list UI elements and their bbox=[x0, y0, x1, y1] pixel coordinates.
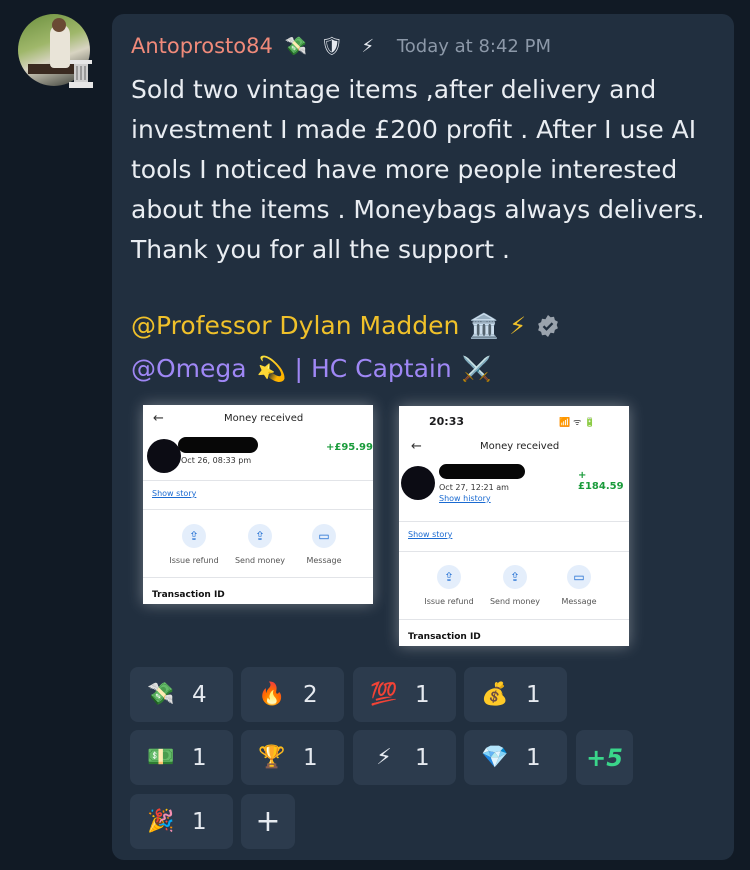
issue-refund-label: Issue refund bbox=[169, 556, 219, 565]
amount: +£184.59 bbox=[578, 470, 624, 492]
redacted-avatar bbox=[401, 466, 435, 500]
money-wings-icon: 💸 bbox=[147, 682, 175, 707]
timestamp: Today at 8:42 PM bbox=[396, 35, 551, 57]
bank-icon: 🏛️ bbox=[469, 311, 500, 340]
reaction-hundred[interactable]: 💯 1 bbox=[353, 667, 456, 722]
shield-badge-icon: 🛡 bbox=[320, 35, 344, 57]
reaction-gem[interactable]: 💎 1 bbox=[464, 730, 567, 785]
attachment-image-2[interactable]: 20:33 📶 ᯤ 🔋 ← Money received +£184.59 Oc… bbox=[399, 406, 629, 646]
add-reaction-button[interactable]: + bbox=[241, 794, 295, 849]
message-icon: ▭ bbox=[312, 524, 336, 548]
lightning-badge-icon: ⚡ bbox=[361, 35, 375, 57]
reaction-count: 4 bbox=[192, 681, 207, 708]
reaction-count: 2 bbox=[303, 681, 318, 708]
mention-omega[interactable]: @Omega 💫 | HC Captain ⚔️ bbox=[131, 354, 492, 383]
hundred-icon: 💯 bbox=[370, 682, 398, 707]
attachment-image-1[interactable]: ← Money received +£95.99 Oct 26, 08:33 p… bbox=[143, 405, 373, 604]
crossed-swords-icon: ⚔️ bbox=[461, 354, 492, 383]
back-arrow-icon: ← bbox=[153, 411, 164, 426]
more-reactions-button[interactable]: +5 bbox=[576, 730, 633, 785]
screen-title: Money received bbox=[480, 441, 560, 452]
mention-omega-name[interactable]: @Omega bbox=[131, 354, 247, 383]
reaction-fire[interactable]: 🔥 2 bbox=[241, 667, 344, 722]
reaction-lightning[interactable]: ⚡ 1 bbox=[353, 730, 456, 785]
reaction-count: 1 bbox=[192, 744, 207, 771]
lightning-icon: ⚡ bbox=[376, 745, 392, 770]
reaction-count: 1 bbox=[415, 681, 430, 708]
separator: | bbox=[294, 354, 303, 383]
issue-refund-label: Issue refund bbox=[424, 597, 474, 606]
pedestal-icon bbox=[69, 60, 93, 88]
message-header: Antoprosto84 💸 🛡 ⚡ Today at 8:42 PM bbox=[131, 32, 551, 60]
trophy-icon: 🏆 bbox=[258, 745, 286, 770]
show-story-link: Show story bbox=[152, 489, 197, 498]
dollar-banknote-icon: 💵 bbox=[147, 745, 175, 770]
date: Oct 27, 12:21 am bbox=[439, 483, 509, 492]
party-popper-icon: 🎉 bbox=[147, 809, 175, 834]
redacted-avatar bbox=[147, 439, 181, 473]
plus-icon: + bbox=[255, 804, 281, 839]
amount: +£95.99 bbox=[326, 442, 373, 453]
username[interactable]: Antoprosto84 bbox=[131, 34, 273, 58]
gem-icon: 💎 bbox=[481, 745, 509, 770]
reaction-money-bag[interactable]: 💰 1 bbox=[464, 667, 567, 722]
send-money-label: Send money bbox=[489, 597, 541, 606]
back-arrow-icon: ← bbox=[411, 439, 422, 454]
reaction-money-wings[interactable]: 💸 4 bbox=[130, 667, 233, 722]
money-bag-icon: 💰 bbox=[481, 682, 509, 707]
verified-badge-icon bbox=[538, 314, 559, 337]
screen-title: Money received bbox=[224, 413, 304, 424]
fire-icon: 🔥 bbox=[258, 682, 286, 707]
reaction-count: 1 bbox=[526, 744, 541, 771]
dizzy-icon: 💫 bbox=[256, 354, 287, 383]
send-money-icon: ⇪ bbox=[503, 565, 527, 589]
message-text: Sold two vintage items ,after delivery a… bbox=[131, 75, 705, 264]
lightning-icon: ⚡ bbox=[509, 311, 527, 340]
reaction-count: 1 bbox=[303, 744, 318, 771]
show-story-link: Show story bbox=[408, 530, 453, 539]
redacted-name bbox=[178, 437, 258, 453]
transaction-id-label: Transaction ID bbox=[152, 590, 225, 600]
reaction-count: 1 bbox=[192, 808, 207, 835]
message-card: Antoprosto84 💸 🛡 ⚡ Today at 8:42 PM Sold… bbox=[112, 14, 734, 860]
message-icon: ▭ bbox=[567, 565, 591, 589]
issue-refund-icon: ⇪ bbox=[437, 565, 461, 589]
more-reactions-count: +5 bbox=[586, 743, 623, 772]
status-time: 20:33 bbox=[429, 415, 465, 428]
transaction-id-label: Transaction ID bbox=[408, 632, 481, 642]
reaction-party[interactable]: 🎉 1 bbox=[130, 794, 233, 849]
reaction-dollar[interactable]: 💵 1 bbox=[130, 730, 233, 785]
mention-professor[interactable]: @Professor Dylan Madden 🏛️ ⚡ bbox=[131, 311, 560, 340]
role-label: HC Captain bbox=[310, 354, 452, 383]
show-history-link: Show history bbox=[439, 494, 491, 503]
date: Oct 26, 08:33 pm bbox=[181, 456, 252, 465]
reaction-count: 1 bbox=[526, 681, 541, 708]
money-wings-badge-icon: 💸 bbox=[284, 35, 308, 57]
redacted-name bbox=[439, 464, 525, 479]
issue-refund-icon: ⇪ bbox=[182, 524, 206, 548]
send-money-label: Send money bbox=[234, 556, 286, 565]
message-label: Message bbox=[306, 556, 342, 565]
send-money-icon: ⇪ bbox=[248, 524, 272, 548]
mention-professor-name[interactable]: @Professor Dylan Madden bbox=[131, 311, 459, 340]
reaction-trophy[interactable]: 🏆 1 bbox=[241, 730, 344, 785]
message-label: Message bbox=[561, 597, 597, 606]
status-icons: 📶 ᯤ 🔋 bbox=[559, 418, 596, 428]
reaction-count: 1 bbox=[415, 744, 430, 771]
